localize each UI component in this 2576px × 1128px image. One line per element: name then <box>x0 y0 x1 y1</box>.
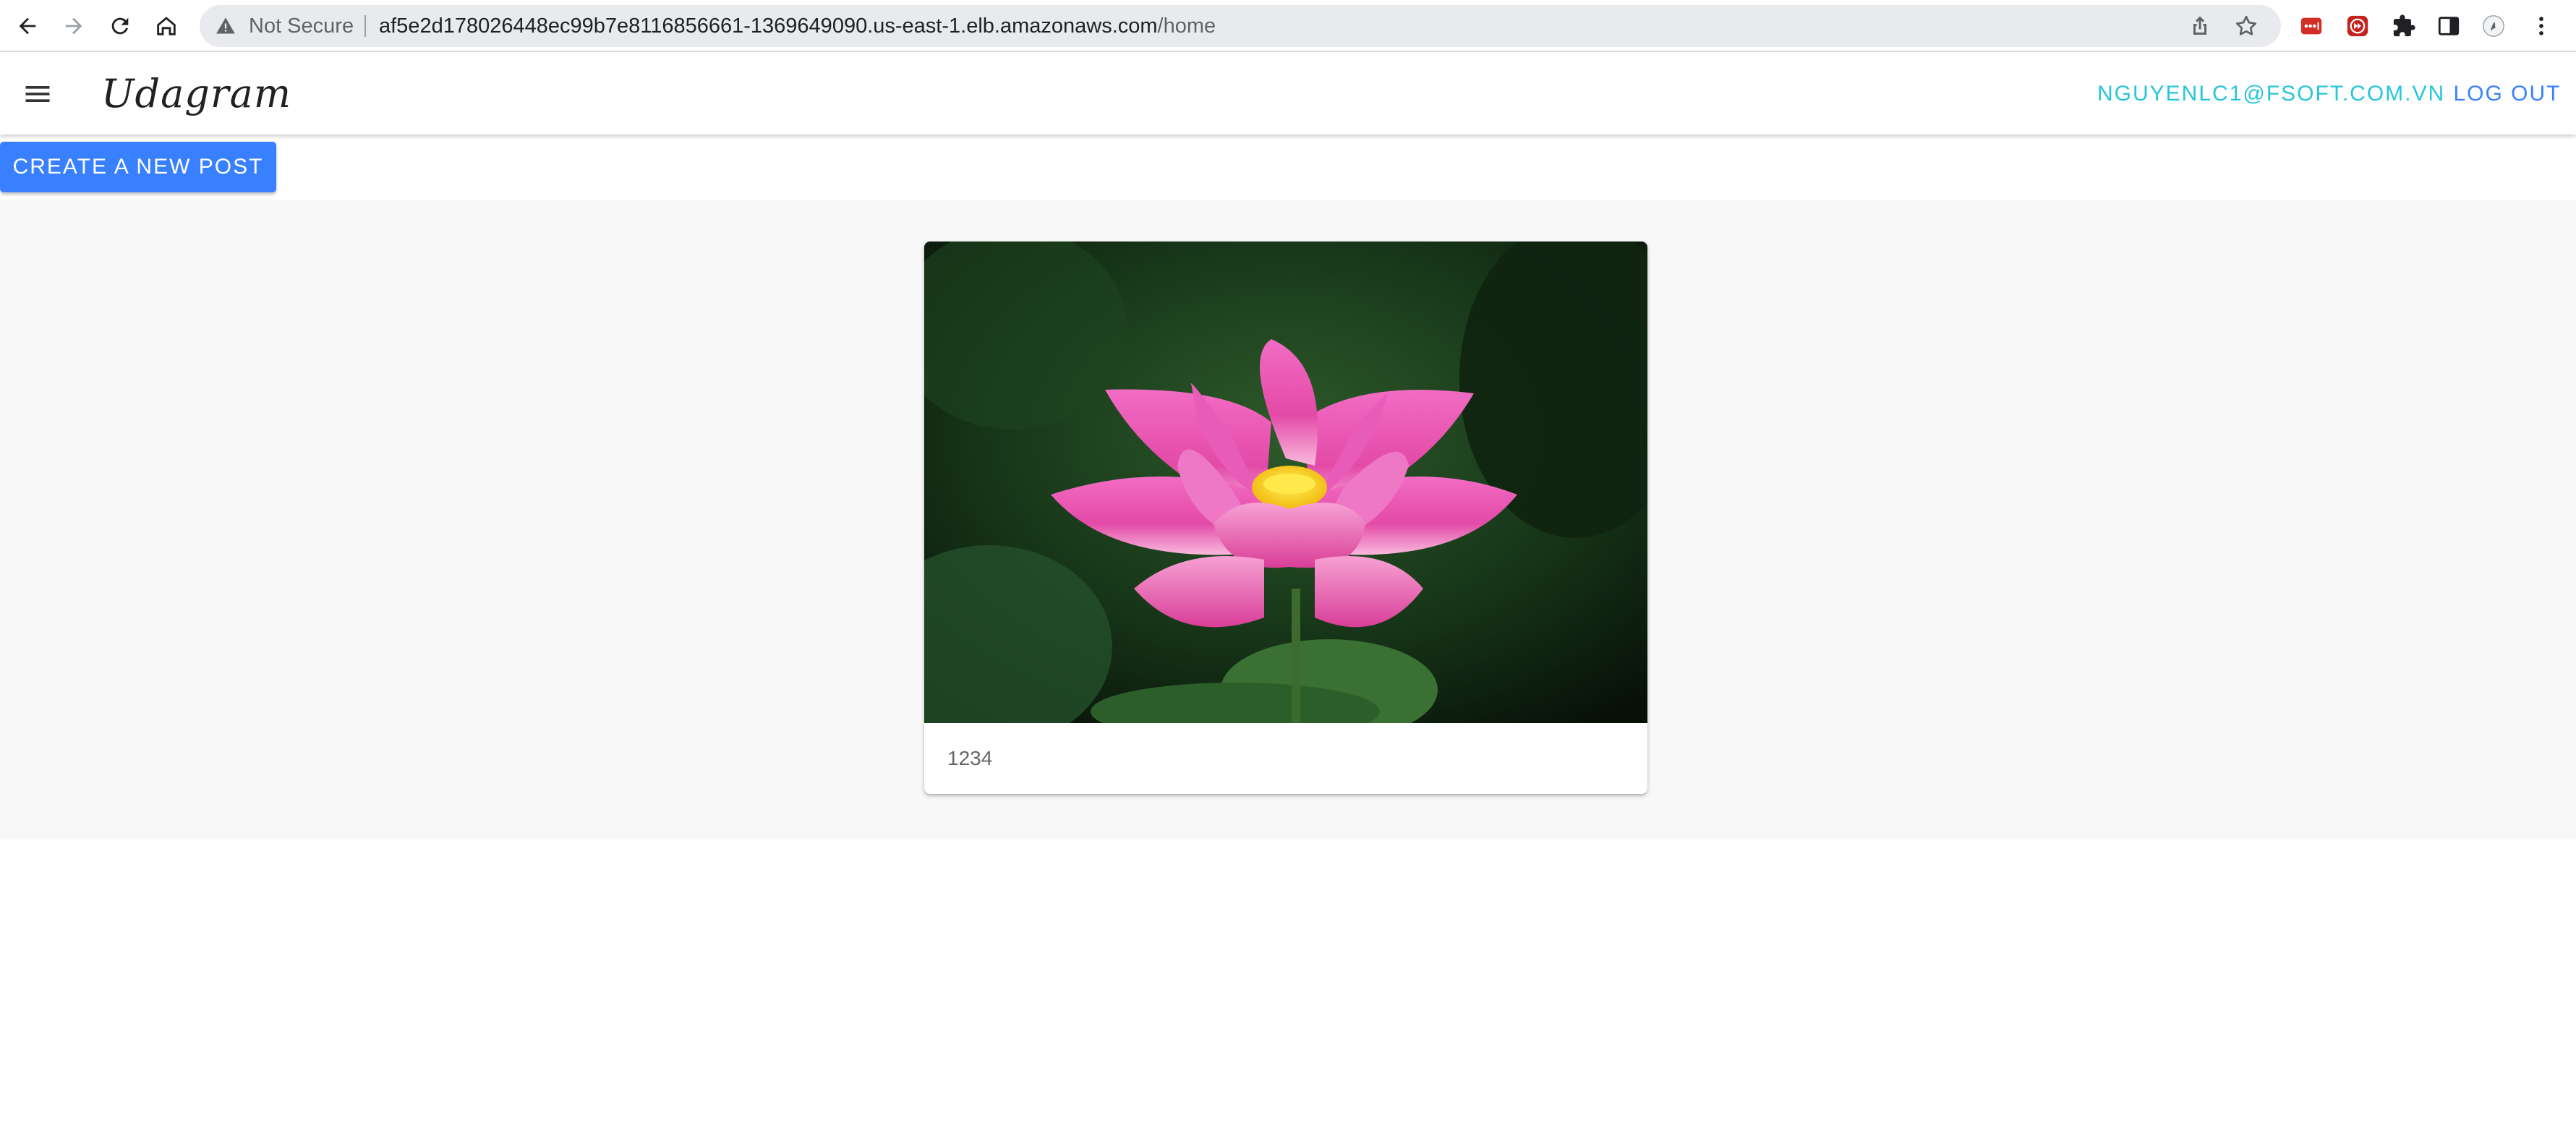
logout-button[interactable]: LOG OUT <box>2446 54 2569 134</box>
warning-icon <box>216 16 236 36</box>
url-host: af5e2d178026448ec99b7e8116856661-1369649… <box>379 14 1158 38</box>
puzzle-icon <box>2393 14 2415 37</box>
bookmark-star-icon[interactable] <box>2233 13 2259 39</box>
reload-icon <box>111 17 129 35</box>
url-text[interactable]: af5e2d178026448ec99b7e8116856661-1369649… <box>379 5 1216 47</box>
browser-toolbar: Not Secure af5e2d178026448ec99b7e8116856… <box>0 0 2576 52</box>
home-icon <box>157 17 176 35</box>
app-toolbar: Udagram NGUYENLC1@FSOFT.COM.VN LOG OUT <box>0 54 2576 134</box>
extension-media[interactable] <box>2343 12 2372 40</box>
menu-button[interactable] <box>19 75 56 113</box>
user-email-button[interactable]: NGUYENLC1@FSOFT.COM.VN <box>2097 54 2444 134</box>
extensions-button[interactable] <box>2389 12 2418 40</box>
share-icon[interactable] <box>2187 13 2213 39</box>
back-button[interactable] <box>10 9 45 43</box>
address-bar[interactable]: Not Secure af5e2d178026448ec99b7e8116856… <box>200 5 2281 47</box>
post-image <box>924 242 1647 723</box>
forward-button[interactable] <box>56 9 91 43</box>
app-title: Udagram <box>101 71 292 116</box>
browser-menu-button[interactable] <box>2527 12 2556 40</box>
post-card[interactable]: 1234 <box>924 242 1647 794</box>
arrow-left-icon <box>19 17 36 35</box>
profile-button[interactable] <box>2479 12 2508 40</box>
side-panel-icon <box>2438 17 2460 35</box>
feed-area: 1234 <box>0 200 2576 839</box>
lastpass-icon <box>2300 17 2322 35</box>
url-path: /home <box>1157 14 1216 38</box>
home-button[interactable] <box>149 9 184 43</box>
post-caption: 1234 <box>947 747 993 769</box>
hamburger-menu-icon <box>25 86 50 102</box>
more-vertical-icon <box>2539 17 2543 35</box>
fast-forward-icon <box>2347 15 2368 37</box>
arrow-right-icon <box>65 17 82 35</box>
create-post-button[interactable]: CREATE A NEW POST <box>0 142 276 192</box>
address-separator <box>364 15 366 37</box>
reload-button[interactable] <box>103 9 137 43</box>
security-label[interactable]: Not Secure <box>249 5 354 47</box>
side-panel-button[interactable] <box>2434 12 2463 40</box>
extension-lastpass[interactable] <box>2297 12 2326 40</box>
avatar-icon <box>2483 15 2504 37</box>
